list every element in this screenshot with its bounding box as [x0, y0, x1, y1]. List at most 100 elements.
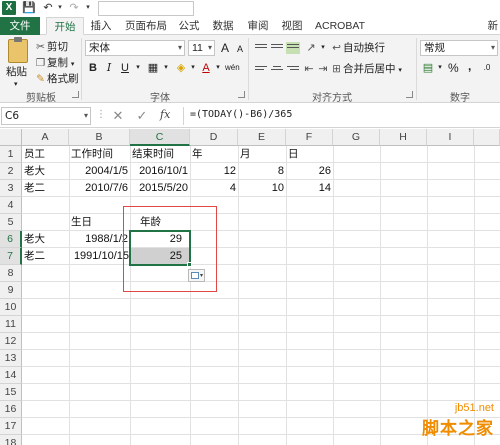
tab-insert[interactable]: 插入 [86, 17, 116, 35]
alignment-launcher-icon[interactable] [406, 91, 413, 98]
cell-F1[interactable]: 日 [288, 146, 299, 162]
decrease-indent-icon[interactable]: ⇤ [302, 62, 316, 76]
align-right-icon[interactable] [286, 64, 300, 76]
format-painter-button[interactable]: ✎ 格式刷 [34, 72, 78, 86]
row-header[interactable]: 3 [0, 180, 22, 197]
comma-style-button[interactable]: , [468, 59, 471, 73]
row-header[interactable]: 13 [0, 350, 22, 367]
column-header[interactable]: B [69, 129, 130, 146]
cell-B3[interactable]: 2010/7/6 [69, 180, 128, 196]
clipboard-launcher-icon[interactable] [72, 91, 79, 98]
column-header[interactable]: C [130, 129, 190, 146]
save-icon[interactable]: 💾 [22, 2, 36, 14]
tab-file[interactable]: 文件 [0, 17, 40, 35]
row-header[interactable]: 9 [0, 282, 22, 299]
tab-formulas[interactable]: 公式 [174, 17, 204, 35]
worksheet-grid[interactable]: A B C D E F G H I 1 2 3 4 5 6 7 8 9 10 1… [0, 129, 500, 445]
cell-D2[interactable]: 12 [190, 163, 236, 179]
cell-B7[interactable]: 1991/10/15 [69, 248, 129, 264]
cell-B2[interactable]: 2004/1/5 [69, 163, 128, 179]
column-header[interactable]: G [333, 129, 380, 146]
increase-decimal-icon[interactable]: .0 [480, 61, 494, 75]
fill-dropdown-icon[interactable]: ▾ [186, 61, 200, 75]
row-header[interactable]: 15 [0, 384, 22, 401]
column-header[interactable]: E [238, 129, 286, 146]
cell-A2[interactable]: 老大 [24, 163, 45, 179]
cell-E3[interactable]: 10 [238, 180, 284, 196]
wrap-text-button[interactable]: ↩ 自动换行 [330, 41, 385, 55]
font-launcher-icon[interactable] [238, 91, 245, 98]
align-middle-icon[interactable] [270, 42, 284, 54]
cell-A6[interactable]: 老大 [24, 231, 45, 247]
column-header[interactable]: F [286, 129, 333, 146]
undo-dropdown-icon[interactable]: ▾ [54, 2, 66, 14]
cell-F2[interactable]: 26 [286, 163, 331, 179]
column-header[interactable] [474, 129, 500, 146]
row-header[interactable]: 14 [0, 367, 22, 384]
row-header[interactable]: 7 [0, 248, 22, 265]
formula-input[interactable]: =(TODAY()-B6)/365 [190, 109, 292, 120]
tab-page-layout[interactable]: 页面布局 [118, 17, 174, 35]
customize-qat-icon[interactable]: ▾ [82, 2, 94, 14]
insert-function-button[interactable]: fx [160, 108, 170, 121]
tab-acrobat[interactable]: ACROBAT [312, 17, 368, 35]
font-name-select[interactable]: 宋体 ▾ [85, 40, 185, 56]
paste-icon[interactable] [8, 37, 28, 63]
cell-A7[interactable]: 老二 [24, 248, 45, 264]
column-header[interactable]: A [22, 129, 69, 146]
increase-indent-icon[interactable]: ⇥ [316, 62, 330, 76]
cell-B6[interactable]: 1988/1/2 [69, 231, 128, 247]
paste-button[interactable]: 粘贴 [6, 65, 27, 79]
name-box[interactable]: C6 ▾ [1, 107, 91, 125]
cell-B1[interactable]: 工作时间 [71, 146, 113, 162]
quick-analysis-button[interactable]: ▾ [188, 269, 205, 282]
phonetic-button[interactable]: wén [225, 61, 240, 75]
percent-style-button[interactable]: % [448, 61, 459, 75]
align-left-icon[interactable] [254, 64, 268, 76]
align-top-icon[interactable] [254, 42, 268, 54]
borders-icon[interactable]: ▦ [146, 61, 160, 75]
row-header[interactable]: 11 [0, 316, 22, 333]
cell-D3[interactable]: 4 [190, 180, 236, 196]
align-center-icon[interactable] [270, 64, 284, 76]
tab-view[interactable]: 视图 [276, 17, 308, 35]
row-header[interactable]: 5 [0, 214, 22, 231]
cancel-icon[interactable]: ✕ [110, 108, 126, 124]
column-header[interactable]: D [190, 129, 238, 146]
resize-handle-icon[interactable]: ⋮ [96, 109, 106, 120]
undo-icon[interactable]: ↶ [42, 2, 54, 14]
title-search-box[interactable] [98, 1, 194, 16]
row-header[interactable]: 17 [0, 418, 22, 435]
column-header[interactable]: H [380, 129, 427, 146]
cell-A1[interactable]: 员工 [24, 146, 45, 162]
cell-D1[interactable]: 年 [192, 146, 203, 162]
underline-button[interactable]: U [118, 61, 132, 75]
column-header[interactable]: I [427, 129, 474, 146]
orientation-dropdown-icon[interactable]: ▾ [316, 41, 330, 55]
bold-button[interactable]: B [86, 61, 100, 75]
select-all-button[interactable] [0, 129, 22, 146]
cell-E1[interactable]: 月 [240, 146, 251, 162]
cell-C2[interactable]: 2016/10/1 [130, 163, 188, 179]
row-header[interactable]: 2 [0, 163, 22, 180]
merge-center-button[interactable]: ⊞ 合并后居中 ▾ [330, 62, 402, 78]
cell-C3[interactable]: 2015/5/20 [130, 180, 188, 196]
row-header[interactable]: 12 [0, 333, 22, 350]
underline-dropdown-icon[interactable]: ▾ [131, 61, 145, 75]
cell-F3[interactable]: 14 [286, 180, 331, 196]
row-header[interactable]: 10 [0, 299, 22, 316]
cell-C1[interactable]: 结束时间 [132, 146, 174, 162]
cell-E2[interactable]: 8 [238, 163, 284, 179]
row-header[interactable]: 4 [0, 197, 22, 214]
cell-B5[interactable]: 生日 [71, 214, 92, 230]
cell-A3[interactable]: 老二 [24, 180, 45, 196]
enter-icon[interactable]: ✓ [134, 108, 150, 124]
row-header[interactable]: 16 [0, 401, 22, 418]
italic-button[interactable]: I [102, 61, 116, 75]
row-header[interactable]: 8 [0, 265, 22, 282]
row-header[interactable]: 18 [0, 435, 22, 445]
accounting-dropdown-icon[interactable]: ▾ [433, 61, 447, 75]
tab-review[interactable]: 审阅 [242, 17, 274, 35]
copy-button[interactable]: ❐ 复制 ▾ [34, 56, 75, 72]
align-bottom-icon[interactable] [286, 42, 300, 54]
